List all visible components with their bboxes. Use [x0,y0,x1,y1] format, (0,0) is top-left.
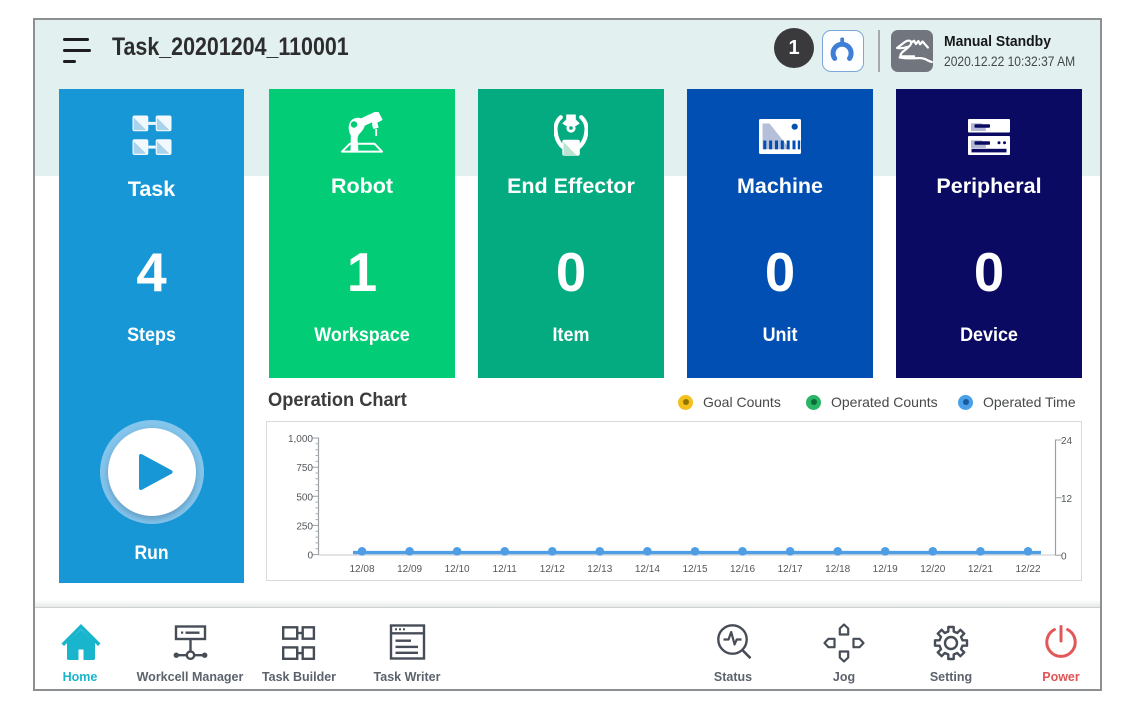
svg-text:12/15: 12/15 [682,564,707,575]
svg-text:12/14: 12/14 [635,564,660,575]
svg-text:1,000: 1,000 [288,434,313,445]
svg-text:12/13: 12/13 [587,564,612,575]
svg-text:12: 12 [1061,494,1073,505]
svg-text:12/12: 12/12 [540,564,565,575]
svg-text:24: 24 [1061,436,1073,447]
svg-text:0: 0 [307,551,313,562]
svg-text:12/19: 12/19 [873,564,898,575]
svg-text:12/08: 12/08 [349,564,374,575]
svg-text:0: 0 [1061,551,1067,562]
svg-text:12/18: 12/18 [825,564,850,575]
svg-text:250: 250 [296,521,313,532]
svg-text:500: 500 [296,492,313,503]
svg-text:12/16: 12/16 [730,564,755,575]
svg-text:12/21: 12/21 [968,564,993,575]
svg-text:12/17: 12/17 [778,564,803,575]
svg-text:12/20: 12/20 [920,564,945,575]
svg-text:12/09: 12/09 [397,564,422,575]
svg-text:750: 750 [296,463,313,474]
svg-text:12/10: 12/10 [445,564,470,575]
svg-text:12/11: 12/11 [493,564,518,575]
svg-text:12/22: 12/22 [1015,564,1040,575]
